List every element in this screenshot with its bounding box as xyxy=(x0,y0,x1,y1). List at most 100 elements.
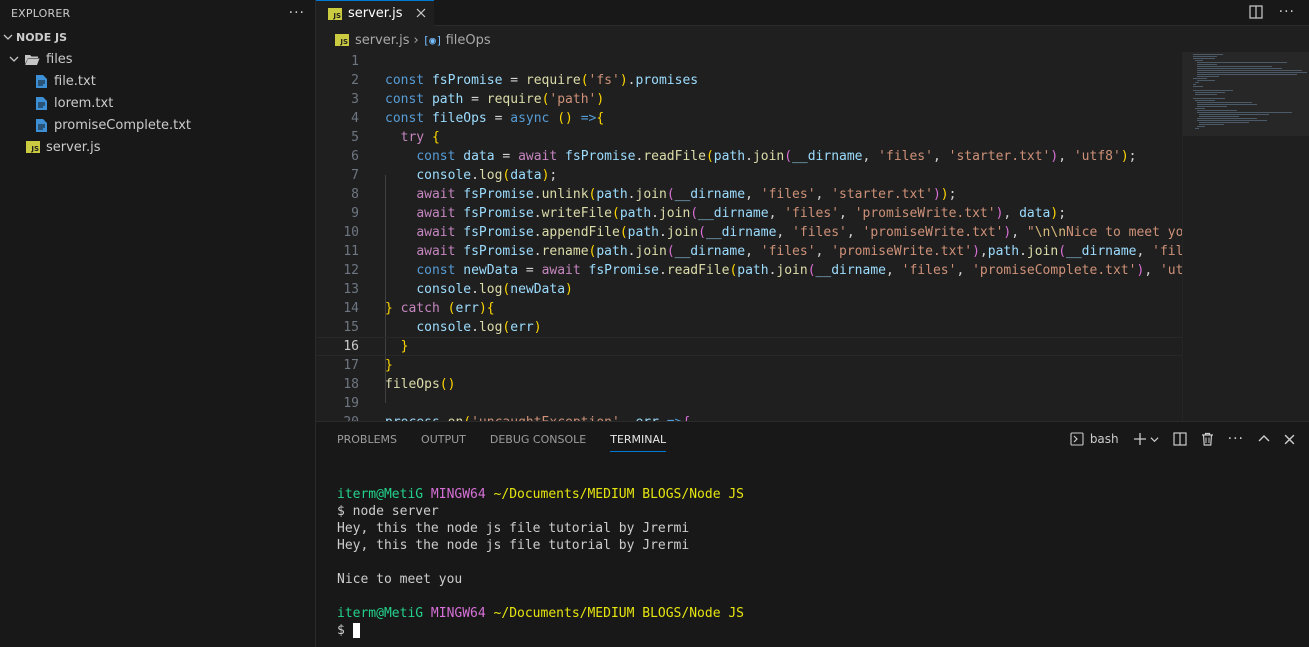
line-number: 12 xyxy=(343,263,359,278)
js-file-icon: JS xyxy=(328,7,342,20)
code-line[interactable]: 3 const path = require('path') xyxy=(316,90,1182,109)
tab-problems[interactable]: PROBLEMS xyxy=(337,422,397,458)
line-number: 9 xyxy=(351,206,359,221)
root-folder-label: NODE JS xyxy=(16,30,68,44)
line-number: 6 xyxy=(351,149,359,164)
more-actions-icon[interactable]: ··· xyxy=(1279,4,1295,20)
line-number: 18 xyxy=(343,377,359,392)
code-line[interactable]: 19 xyxy=(316,394,1182,413)
editor-area: JS server.js ··· JS server.js › [◉] file… xyxy=(316,0,1309,421)
breadcrumb-symbol[interactable]: fileOps xyxy=(446,33,491,48)
code-line[interactable]: 13 console.log(newData) xyxy=(316,280,1182,299)
code-line[interactable]: 17} xyxy=(316,356,1182,375)
code-line[interactable]: 1 xyxy=(316,52,1182,71)
code-view[interactable]: 1 2 const fsPromise = require('fs').promis… xyxy=(316,52,1182,421)
code-line[interactable]: 15 console.log(err) xyxy=(316,318,1182,337)
tab-output[interactable]: OUTPUT xyxy=(421,422,466,458)
prompt-host: MINGW64 xyxy=(430,487,486,502)
code-text: fileOps() xyxy=(385,377,456,392)
plus-icon xyxy=(1133,433,1146,445)
tree-folder-files[interactable]: files xyxy=(0,48,315,70)
folder-label: files xyxy=(46,51,73,67)
split-terminal-icon[interactable] xyxy=(1173,432,1187,446)
txt-file-icon xyxy=(34,74,48,88)
tree-file-lorem-txt[interactable]: lorem.txt xyxy=(0,92,315,114)
line-number: 11 xyxy=(343,244,359,259)
line-number: 20 xyxy=(316,413,359,421)
maximize-panel-icon[interactable] xyxy=(1258,433,1270,445)
split-editor-icon[interactable] xyxy=(1249,4,1263,20)
folder-open-icon xyxy=(24,53,40,66)
more-actions-icon[interactable]: ··· xyxy=(289,5,305,21)
file-label: server.js xyxy=(46,139,101,155)
code-line[interactable]: 6 const data = await fsPromise.readFile(… xyxy=(316,147,1182,166)
shell-label: bash xyxy=(1089,432,1119,446)
breadcrumb-file[interactable]: server.js xyxy=(355,33,409,48)
code-line[interactable]: 20 process.on('uncaughtException', err =>… xyxy=(316,413,1182,421)
js-file-icon: JS xyxy=(335,34,349,46)
terminal-output-line: Hey, this the node js file tutorial by J… xyxy=(337,538,690,553)
code-text: await fsPromise.appendFile(path.join(__d… xyxy=(416,225,1182,240)
chevron-down-icon xyxy=(6,54,22,64)
terminal-output-line: Nice to meet you xyxy=(337,572,463,587)
panel-actions: bash ··· xyxy=(1070,431,1295,447)
line-number: 10 xyxy=(343,225,359,240)
code-line[interactable]: 5 try { xyxy=(316,128,1182,147)
prompt-user: iterm@MetiG xyxy=(337,606,424,621)
line-number: 2 xyxy=(351,73,359,88)
code-line[interactable]: 10 await fsPromise.appendFile(path.join(… xyxy=(316,223,1182,242)
line-number: 19 xyxy=(343,396,359,411)
code-line[interactable]: 11 await fsPromise.rename(path.join(__di… xyxy=(316,242,1182,261)
code-text: } xyxy=(385,358,393,373)
prompt-host: MINGW64 xyxy=(430,606,486,621)
line-number: 5 xyxy=(351,130,359,145)
code-line[interactable]: 14} catch (err){ xyxy=(316,299,1182,318)
code-text: console.log(data); xyxy=(416,168,558,183)
code-text: const path = require('path') xyxy=(385,92,605,107)
terminal-input-line[interactable]: $ xyxy=(337,622,744,639)
code-line[interactable]: 12 const newData = await fsPromise.readF… xyxy=(316,261,1182,280)
txt-file-icon xyxy=(34,118,48,132)
tree-file-server-js[interactable]: JS server.js xyxy=(0,136,315,158)
line-number: 15 xyxy=(343,320,359,335)
code-line[interactable]: 9 await fsPromise.writeFile(path.join(__… xyxy=(316,204,1182,223)
more-actions-icon[interactable]: ··· xyxy=(1228,431,1244,447)
code-line[interactable]: 2 const fsPromise = require('fs').promise… xyxy=(316,71,1182,90)
explorer-sidebar: EXPLORER ··· NODE JS files file.txt lore… xyxy=(0,0,316,647)
editor-actions: ··· xyxy=(1249,4,1295,20)
code-line[interactable]: 7 console.log(data); xyxy=(316,166,1182,185)
chevron-right-icon: › xyxy=(413,32,419,48)
tab-terminal[interactable]: TERMINAL xyxy=(610,422,666,458)
trash-icon[interactable] xyxy=(1201,432,1214,446)
code-text: } xyxy=(400,339,409,354)
symbol-variable-icon: [◉] xyxy=(422,33,443,47)
tree-file-file-txt[interactable]: file.txt xyxy=(0,70,315,92)
code-line[interactable]: 18 fileOps() xyxy=(316,375,1182,394)
code-text: const data = await fsPromise.readFile(pa… xyxy=(416,149,1137,164)
prompt-symbol: $ xyxy=(337,623,345,638)
tab-server-js[interactable]: JS server.js xyxy=(316,0,434,26)
close-icon[interactable] xyxy=(416,6,426,22)
close-panel-icon[interactable] xyxy=(1284,434,1295,445)
code-line[interactable]: 8 await fsPromise.unlink(path.join(__dir… xyxy=(316,185,1182,204)
prompt-path: ~/Documents/MEDIUM BLOGS/Node JS xyxy=(493,606,744,621)
code-line[interactable]: 4 const fileOps = async () =>{ xyxy=(316,109,1182,128)
code-text: await fsPromise.writeFile(path.join(__di… xyxy=(416,206,1067,221)
file-label: file.txt xyxy=(54,73,96,89)
tab-debug-console[interactable]: DEBUG CONSOLE xyxy=(490,422,586,458)
tree-file-promisecomplete-txt[interactable]: promiseComplete.txt xyxy=(0,114,315,136)
new-terminal-button[interactable] xyxy=(1133,432,1159,446)
code-line[interactable]: 16 } xyxy=(316,337,1182,356)
breadcrumb: JS server.js › [◉] fileOps xyxy=(316,26,1309,54)
code-text: await fsPromise.unlink(path.join(__dirna… xyxy=(416,187,957,202)
code-text: const newData = await fsPromise.readFile… xyxy=(416,263,1182,278)
tab-label: server.js xyxy=(348,6,403,21)
minimap[interactable] xyxy=(1182,52,1309,421)
line-number: 16 xyxy=(343,339,359,354)
terminal-shell-selector[interactable]: bash xyxy=(1070,432,1119,446)
tree-root-node-js[interactable]: NODE JS xyxy=(0,26,315,48)
terminal-output[interactable]: iterm@MetiG MINGW64 ~/Documents/MEDIUM B… xyxy=(337,486,744,639)
terminal-prompt-line: iterm@MetiG MINGW64 ~/Documents/MEDIUM B… xyxy=(337,486,744,503)
